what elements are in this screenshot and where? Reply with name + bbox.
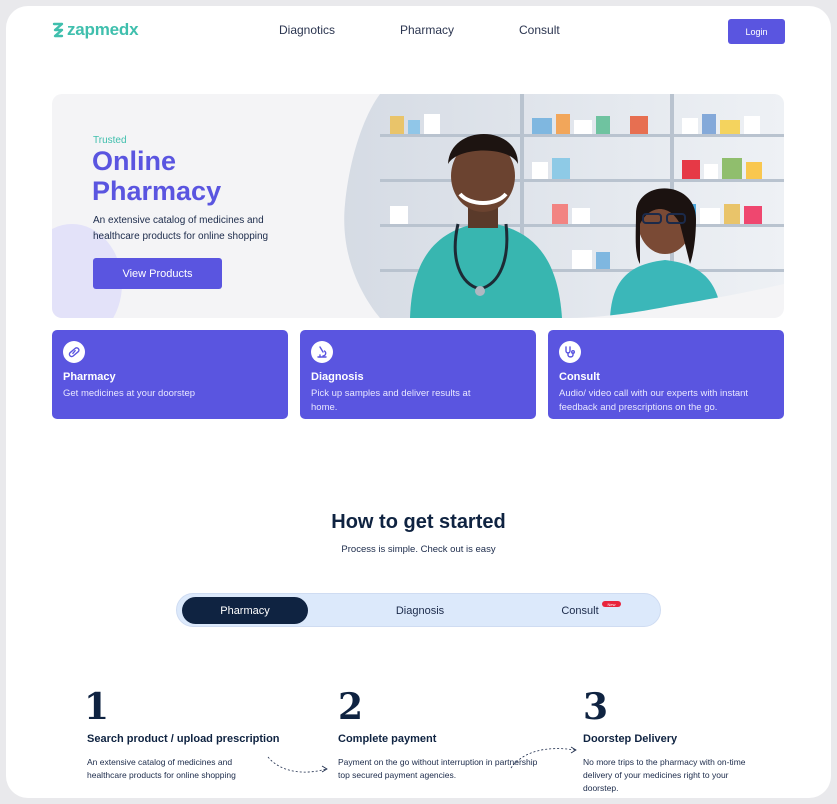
hero-banner: Trusted Online Pharmacy An extensive cat… <box>52 94 784 318</box>
step-number-1: 1 <box>84 686 110 728</box>
microscope-icon <box>311 341 333 363</box>
step-description-3: No more trips to the pharmacy with on-ti… <box>583 757 746 793</box>
service-card-diagnosis[interactable]: Diagnosis Pick up samples and deliver re… <box>300 330 536 419</box>
service-tabs: Pharmacy Diagnosis Consult New <box>176 593 661 627</box>
service-description: Audio/ video call with our experts with … <box>559 388 749 413</box>
pills-icon <box>63 341 85 363</box>
step-title-3: Doorstep Delivery <box>583 733 678 745</box>
step-title-1: Search product / upload prescription <box>87 733 280 745</box>
new-badge: New <box>602 601 621 607</box>
brand-name: zapmedx <box>67 20 139 39</box>
tab-pharmacy[interactable]: Pharmacy <box>182 597 308 624</box>
section-title: How to get started <box>331 511 506 533</box>
service-title: Consult <box>559 371 600 383</box>
tab-diagnosis[interactable]: Diagnosis <box>357 597 483 624</box>
step-title-2: Complete payment <box>338 733 437 745</box>
step-number-2: 2 <box>338 686 364 728</box>
dashed-arrow-icon <box>510 746 577 769</box>
service-card-consult[interactable]: Consult Audio/ video call with our exper… <box>548 330 784 419</box>
section-subtitle: Process is simple. Check out is easy <box>341 544 496 555</box>
nav-diagnostics[interactable]: Diagnotics <box>279 23 335 37</box>
service-title: Pharmacy <box>63 371 116 383</box>
stethoscope-icon <box>559 341 581 363</box>
service-description: Pick up samples and deliver results at h… <box>311 388 471 413</box>
service-description: Get medicines at your doorstep <box>63 388 196 399</box>
dashed-arrow-icon <box>267 756 328 773</box>
hero-eyebrow: Trusted <box>93 135 127 146</box>
hero-title: Online Pharmacy <box>92 146 222 206</box>
logo-mark-icon <box>52 22 64 38</box>
hero-description: An extensive catalog of medicines and he… <box>93 215 269 242</box>
service-title: Diagnosis <box>311 371 364 383</box>
step-description-1: An extensive catalog of medicines and he… <box>87 757 236 780</box>
nav-pharmacy[interactable]: Pharmacy <box>400 23 454 37</box>
nav-consult[interactable]: Consult <box>519 23 560 37</box>
brand-logo[interactable]: zapmedx <box>52 20 139 40</box>
step-description-2: Payment on the go without interruption i… <box>338 757 538 780</box>
view-products-button[interactable]: View Products <box>93 258 222 289</box>
page-frame: zapmedx Diagnotics Pharmacy Consult Logi… <box>6 6 831 798</box>
login-button[interactable]: Login <box>728 19 785 44</box>
service-card-pharmacy[interactable]: Pharmacy Get medicines at your doorstep <box>52 330 288 419</box>
step-number-3: 3 <box>583 686 609 728</box>
tab-consult[interactable]: Consult <box>517 597 643 624</box>
hero-pharmacist-photo <box>344 94 784 318</box>
